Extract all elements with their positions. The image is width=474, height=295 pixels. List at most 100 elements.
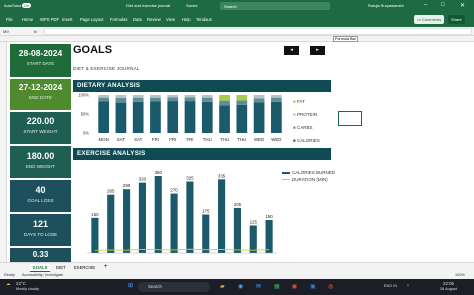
- user-name: Rutuja Suryawanshi: [368, 3, 404, 8]
- y-tick-label: 100%: [78, 93, 89, 98]
- row-headers: [0, 42, 7, 270]
- name-box[interactable]: M9: [3, 29, 27, 34]
- x-tick-label: THU: [203, 137, 212, 142]
- goal-loss-card: 40 GOAL LOSS: [10, 180, 71, 212]
- clock-date: 28 August: [440, 287, 457, 291]
- fx-icon[interactable]: fx: [34, 29, 37, 34]
- tab-view[interactable]: View: [166, 17, 175, 22]
- tab-review[interactable]: Review: [147, 17, 161, 22]
- bar-calories: [132, 101, 144, 133]
- powerpoint-icon[interactable]: ◼: [292, 283, 297, 290]
- tab-data[interactable]: Data: [133, 17, 142, 22]
- data-label: 335: [218, 173, 226, 178]
- bar-carbs: [219, 100, 230, 106]
- minimize-icon[interactable]: –: [424, 2, 427, 8]
- exercise-legend: CALORIES BURNED DURATION (MIN): [282, 170, 337, 182]
- bar-calories: [271, 101, 282, 133]
- prev-button[interactable]: ◂: [284, 46, 299, 55]
- legend-carbs: ■ CARBS: [293, 125, 313, 130]
- bar-protein: [201, 95, 213, 98]
- chrome-icon[interactable]: ◍: [328, 283, 333, 290]
- bar-fat: [236, 95, 248, 101]
- browser-icon[interactable]: ◉: [238, 283, 243, 290]
- bar-carbs: [184, 97, 196, 102]
- word-icon[interactable]: ▣: [310, 283, 316, 290]
- tab-file[interactable]: File: [6, 17, 13, 22]
- clock-time: 22:05: [443, 281, 454, 286]
- next-button[interactable]: ▸: [310, 46, 325, 55]
- sheet-tab-diet[interactable]: DIET: [56, 265, 66, 270]
- accessibility-status[interactable]: Accessibility: Investigate: [22, 273, 63, 277]
- x-tick-label: WED: [254, 137, 264, 142]
- sheet-tabs-bar: GOALS DIET EXERCISE +: [0, 262, 474, 272]
- bar-carbs: [115, 98, 127, 103]
- autosave-label: AutoSave: [4, 3, 22, 8]
- data-label: 205: [234, 202, 242, 207]
- language-indicator[interactable]: ENG IN: [384, 284, 397, 288]
- taskbar-search[interactable]: Search: [138, 282, 210, 292]
- start-weight-label: START WEIGHT: [23, 129, 58, 134]
- days-to-lose-value: 121: [32, 219, 49, 229]
- bar-carbs: [253, 98, 265, 103]
- bar-calories: [150, 101, 161, 133]
- bar-calories-burned: [138, 182, 146, 253]
- tab-wps-pdf[interactable]: WPS PDF: [40, 17, 59, 22]
- mail-icon[interactable]: ✉: [256, 283, 261, 290]
- search-box[interactable]: Search: [220, 2, 330, 10]
- formula-input[interactable]: [44, 28, 472, 35]
- tab-tendaus[interactable]: Tendaus: [196, 17, 212, 22]
- save-status: Saved: [186, 3, 198, 8]
- maximize-icon[interactable]: □: [441, 2, 445, 8]
- file-explorer-icon[interactable]: ▰: [220, 283, 225, 290]
- bar-calories: [236, 104, 248, 133]
- close-icon[interactable]: ✕: [460, 2, 465, 9]
- formula-bar: M9 fx: [0, 27, 474, 36]
- tab-formulas[interactable]: Formulas: [110, 17, 127, 22]
- tab-home[interactable]: Home: [22, 17, 33, 22]
- selected-cell[interactable]: [338, 111, 362, 126]
- bar-protein: [167, 95, 179, 98]
- legend-fat: ■ FAT: [293, 99, 305, 104]
- goal-loss-label: GOAL LOSS: [27, 198, 54, 203]
- x-tick-label: WED: [271, 137, 281, 142]
- bar-carbs: [98, 97, 109, 102]
- wifi-icon[interactable]: ◔: [406, 283, 409, 289]
- dietary-analysis-header: DIETARY ANALYSIS: [73, 80, 331, 92]
- data-label: 125: [250, 220, 258, 225]
- share-button[interactable]: Share: [448, 15, 465, 24]
- tab-help[interactable]: Help: [182, 17, 191, 22]
- excel-icon[interactable]: ▦: [274, 283, 280, 290]
- bar-calories-burned: [233, 207, 241, 253]
- start-weight-card: 220.00 START WEIGHT: [10, 112, 71, 144]
- data-label: 265: [107, 189, 115, 194]
- bar-calories: [201, 101, 213, 133]
- end-weight-value: 180.00: [26, 151, 55, 161]
- sheet-tab-exercise[interactable]: EXERCISE: [74, 265, 95, 270]
- arrow-right-icon: ▸: [316, 47, 319, 53]
- days-to-lose-label: DAYS TO LOSE: [23, 232, 58, 237]
- end-date-label: END DATE: [29, 95, 52, 100]
- bar-calories: [98, 101, 109, 133]
- tab-page-layout[interactable]: Page Layout: [80, 17, 104, 22]
- add-sheet-button[interactable]: +: [104, 264, 108, 270]
- data-label: 175: [202, 209, 210, 214]
- bar-protein: [253, 95, 265, 99]
- bar-calories-burned: [170, 193, 178, 253]
- zoom-level[interactable]: 100%: [455, 273, 465, 277]
- comments-button[interactable]: ▭ Comments: [414, 15, 445, 24]
- data-label: 270: [170, 188, 178, 193]
- weather-temp: 22°C: [16, 281, 26, 286]
- sheet-tab-goals[interactable]: GOALS: [30, 264, 50, 272]
- autosave-toggle[interactable]: On: [22, 2, 32, 8]
- days-to-lose-card: 121 DAYS TO LOSE: [10, 214, 71, 246]
- start-weight-value: 220.00: [26, 116, 55, 126]
- bar-carbs: [132, 97, 144, 102]
- legend-swatch: [282, 179, 290, 180]
- start-date-label: START DATE: [26, 61, 55, 66]
- tab-insert[interactable]: Insert: [62, 17, 72, 22]
- data-label: 320: [139, 177, 147, 182]
- taskbar-search-label: Search: [148, 284, 162, 289]
- bar-carbs: [150, 97, 161, 102]
- x-tick-label: SAT: [117, 137, 126, 142]
- windows-icon[interactable]: ⊞: [128, 282, 133, 289]
